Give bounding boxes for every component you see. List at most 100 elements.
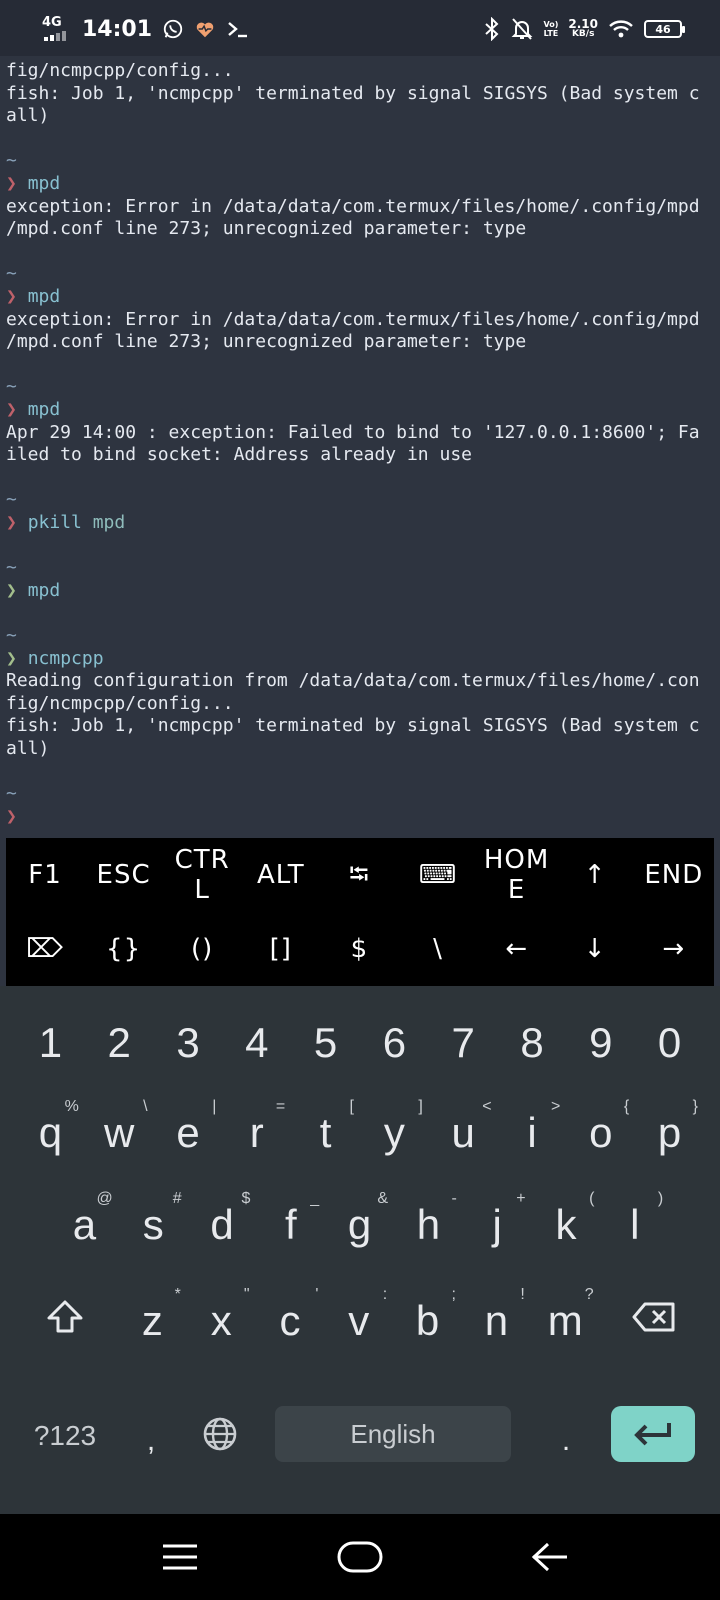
key-m[interactable]: m? <box>531 1286 600 1356</box>
output-line: Reading configuration from /data/data/co… <box>6 670 700 692</box>
brackets-key[interactable]: [] <box>242 912 320 986</box>
prompt-line: ❯ ncmpcpp <box>6 648 104 671</box>
extra-keys-bar: F1 ESC CTR L ALT ⭾ ⌨ HOM E ↑ END ⌦{}()[] $ \ ← ↓ → <box>6 838 714 986</box>
key-d[interactable]: d $ <box>188 1190 257 1260</box>
shift-key[interactable] <box>40 1282 90 1352</box>
home-button[interactable] <box>310 1514 410 1600</box>
key-hint: - <box>451 1190 457 1207</box>
key-hint: ' <box>315 1286 319 1303</box>
back-button[interactable] <box>500 1514 600 1600</box>
key-e[interactable]: e | <box>154 1098 223 1168</box>
tab-key[interactable]: ⭾ <box>320 838 398 912</box>
parentheses-key[interactable]: () <box>163 912 241 986</box>
ctrl-key[interactable]: CTR L <box>163 838 241 912</box>
prompt-line: ❯ mpd <box>6 399 60 422</box>
key-label: p <box>657 1109 682 1156</box>
key-9[interactable]: 9 <box>566 1008 635 1078</box>
key-p[interactable]: p} <box>635 1098 704 1168</box>
menu-button[interactable] <box>130 1514 230 1600</box>
key-6[interactable]: 6 <box>360 1008 429 1078</box>
key-q[interactable]: q% <box>16 1098 85 1168</box>
key-y[interactable]: y] <box>360 1098 429 1168</box>
terminal-output[interactable]: fig/ncmpcpp/config... fish: Job 1, 'ncmpc… <box>0 56 720 838</box>
delete-key[interactable]: ⌦ <box>6 912 84 986</box>
prompt-symbol: ❯ <box>6 286 17 307</box>
key-n[interactable]: n! <box>462 1286 531 1356</box>
up-arrow-key[interactable]: ↑ <box>556 838 634 912</box>
key-c[interactable]: c ' <box>256 1286 325 1356</box>
backspace-icon <box>632 1302 675 1332</box>
period-key[interactable]: . <box>546 1406 586 1476</box>
space-bar[interactable]: English <box>275 1406 511 1462</box>
key-h[interactable]: h- <box>394 1190 463 1260</box>
key-label: b <box>415 1297 440 1344</box>
prompt-symbol: ❯ <box>6 579 17 601</box>
left-arrow-key[interactable]: ← <box>478 912 556 986</box>
key-u[interactable]: u < <box>429 1098 498 1168</box>
comma-key[interactable]: , <box>136 1406 166 1476</box>
output-line: exception: Error in /data/data/com.termu… <box>6 308 700 330</box>
backspace-key[interactable] <box>626 1282 682 1352</box>
dollar-key[interactable]: $ <box>320 912 398 986</box>
key-w[interactable]: w \ <box>85 1098 154 1168</box>
key-j[interactable]: j + <box>463 1190 532 1260</box>
key-1[interactable]: 1 <box>16 1008 85 1078</box>
key-4[interactable]: 4 <box>222 1008 291 1078</box>
key-s[interactable]: s # <box>119 1190 188 1260</box>
keyboard-toggle-key[interactable]: ⌨ <box>399 838 477 912</box>
key-0[interactable]: 0 <box>635 1008 704 1078</box>
key-hint: * <box>174 1286 181 1303</box>
key-l[interactable]: l) <box>600 1190 669 1260</box>
esc-key[interactable]: ESC <box>85 838 163 912</box>
prompt-line: ❯ mpd <box>6 286 60 309</box>
key-hint: = <box>275 1098 286 1115</box>
key-hint: > <box>551 1098 561 1115</box>
key-3[interactable]: 3 <box>154 1008 223 1078</box>
key-hint: ; <box>451 1286 456 1303</box>
key-v[interactable]: v: <box>324 1286 393 1356</box>
key-label: a <box>72 1201 97 1248</box>
backslash-key[interactable]: \ <box>399 912 477 986</box>
output-line: Apr 29 14:00 : exception: Failed to bind… <box>6 421 700 443</box>
key-z[interactable]: z * <box>118 1286 187 1356</box>
key-b[interactable]: b; <box>393 1286 462 1356</box>
down-arrow-key[interactable]: ↓ <box>556 912 634 986</box>
key-o[interactable]: o{ <box>566 1098 635 1168</box>
alt-key[interactable]: ALT <box>242 838 320 912</box>
key-7[interactable]: 7 <box>429 1008 498 1078</box>
right-arrow-key[interactable]: → <box>635 912 713 986</box>
home-key[interactable]: HOM E <box>478 838 556 912</box>
key-2[interactable]: 2 <box>85 1008 154 1078</box>
key-t[interactable]: t[ <box>291 1098 360 1168</box>
enter-key[interactable] <box>611 1406 695 1462</box>
terminal-icon <box>228 22 248 38</box>
key-label: v <box>348 1297 370 1344</box>
whatsapp-icon <box>163 19 183 39</box>
key-x[interactable]: x " <box>187 1286 256 1356</box>
key-f[interactable]: f _ <box>256 1190 325 1260</box>
output-line: /mpd.conf line 273; unrecognized paramet… <box>6 218 527 240</box>
prompt-symbol: ❯ <box>6 805 17 827</box>
key-label: g <box>347 1201 372 1248</box>
key-8[interactable]: 8 <box>498 1008 567 1078</box>
silent-bell-icon <box>512 18 533 40</box>
braces-key[interactable]: {} <box>85 912 163 986</box>
prompt-line: ❯ mpd <box>6 580 60 603</box>
symbols-key[interactable]: ?123 <box>22 1408 108 1464</box>
key-g[interactable]: g & <box>325 1190 394 1260</box>
battery-icon: 46 <box>644 20 685 38</box>
cwd-tilde: ~ <box>6 783 17 805</box>
key-a[interactable]: a @ <box>50 1190 119 1260</box>
f1-key[interactable]: F1 <box>6 838 84 912</box>
key-hint: ? <box>584 1286 594 1303</box>
key-hint: ] <box>418 1098 423 1115</box>
key-label: o <box>589 1109 613 1156</box>
key-r[interactable]: r = <box>222 1098 291 1168</box>
key-k[interactable]: k( <box>532 1190 601 1260</box>
key-5[interactable]: 5 <box>291 1008 360 1078</box>
key-i[interactable]: i > <box>498 1098 567 1168</box>
language-key[interactable] <box>196 1406 244 1462</box>
key-label: y <box>383 1109 405 1156</box>
end-key[interactable]: END <box>635 838 713 912</box>
globe-icon <box>203 1417 237 1451</box>
